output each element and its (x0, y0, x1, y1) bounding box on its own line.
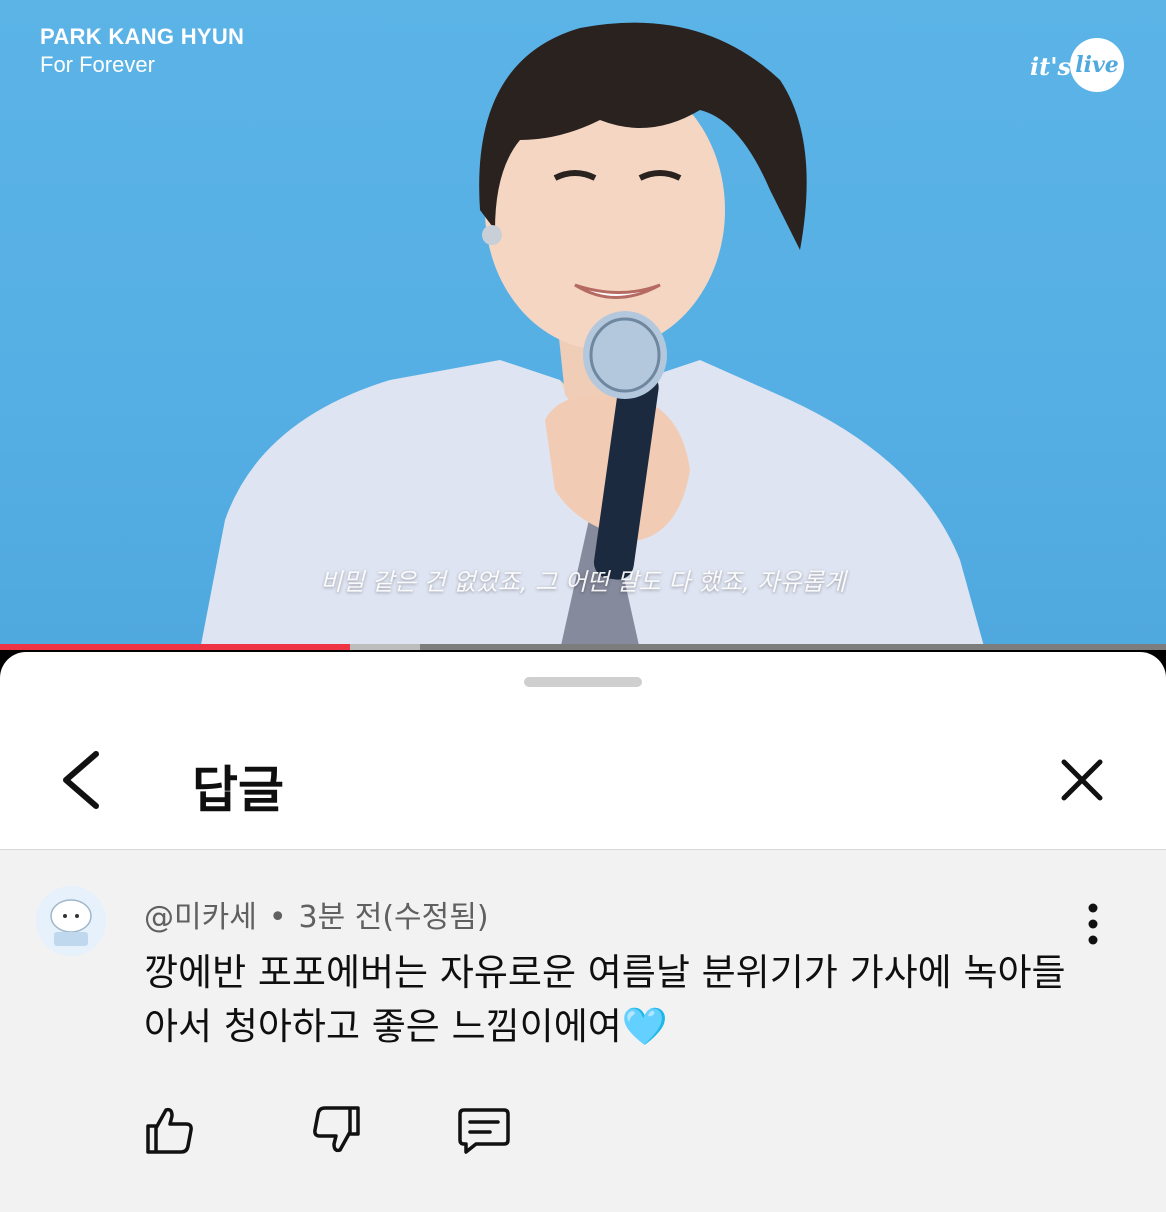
close-icon (1061, 759, 1103, 801)
comment-text-content: 깡에반 포포에버는 자유로운 여름날 분위기가 가사에 녹아들아서 청아하고 좋… (144, 951, 1066, 1048)
comment-author[interactable]: @미카세 (144, 900, 257, 935)
back-button[interactable] (56, 748, 106, 812)
comment-meta: @미카세 • 3분 전(수정됨) (144, 892, 489, 936)
more-vertical-icon (1088, 903, 1098, 945)
comment-icon (458, 1108, 510, 1154)
artist-name: PARK KANG HYUN (40, 24, 245, 49)
chevron-left-icon (63, 751, 99, 809)
video-subtitle: 비밀 같은 건 없었죠, 그 어떤 말도 다 했죠, 자유롭게 (320, 568, 846, 596)
comment-timestamp: 3분 전(수정됨) (298, 900, 489, 935)
sheet-title: 답글 (192, 761, 284, 819)
heart-emoji: 🩵 (621, 1005, 668, 1048)
comment-item: @미카세 • 3분 전(수정됨) 깡에반 포포에버는 자유로운 여름날 분위기가 가… (0, 850, 1166, 1212)
brand-logo-badge: live (1070, 38, 1124, 92)
meta-separator: • (268, 900, 287, 935)
thumbs-down-icon (313, 1106, 360, 1153)
progress-bar[interactable] (0, 644, 1166, 650)
avatar[interactable] (36, 886, 106, 956)
reply-button[interactable] (456, 1102, 512, 1158)
close-button[interactable] (1054, 752, 1110, 808)
replies-sheet: 답글 @미카세 • 3분 전(수정됨) 깡에반 포포에버는 자유로운 여름날 분… (0, 652, 1166, 1212)
thumbs-up-icon (146, 1107, 193, 1154)
video-frame (200, 22, 985, 650)
progress-played (0, 644, 350, 650)
song-title: For Forever (40, 52, 155, 77)
drag-handle[interactable] (524, 677, 642, 687)
comment-text: 깡에반 포포에버는 자유로운 여름날 분위기가 가사에 녹아들아서 청아하고 좋… (144, 946, 1094, 1054)
brand-logo-prefix: it's (1030, 52, 1072, 81)
dislike-button[interactable] (308, 1102, 364, 1158)
like-button[interactable] (142, 1102, 198, 1158)
brand-logo: it's live (1030, 36, 1130, 96)
avatar-image (36, 886, 106, 956)
more-options-button[interactable] (1078, 902, 1108, 946)
video-player[interactable]: PARK KANG HYUN For Forever it's live 비밀 … (0, 0, 1166, 650)
